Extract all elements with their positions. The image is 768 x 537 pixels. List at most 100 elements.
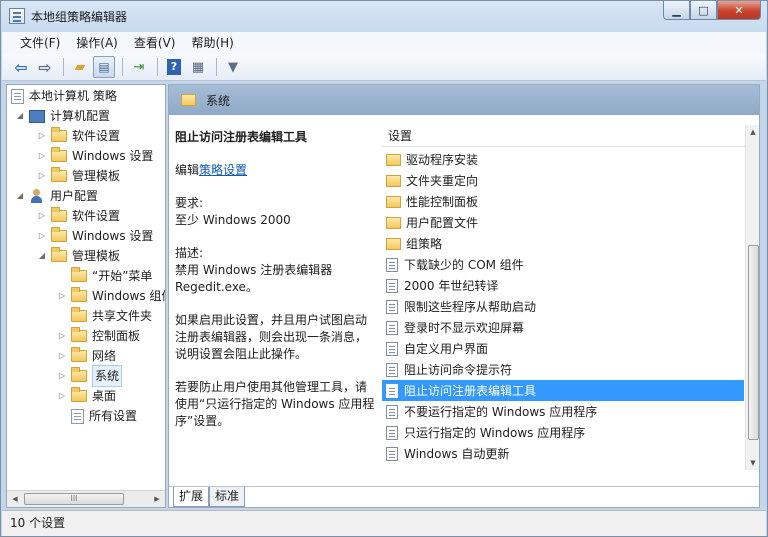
menu-file[interactable]: 文件(F) (2, 32, 68, 54)
expand-toggle[interactable]: ▷ (37, 206, 47, 226)
folder-icon (51, 207, 67, 222)
scroll-grip: III (70, 494, 78, 503)
tree-item-desktop[interactable]: ▷ 桌面 (57, 386, 116, 406)
folder-icon (71, 307, 87, 322)
expand-toggle[interactable]: ▷ (57, 346, 67, 366)
close-icon: ✕ (734, 3, 744, 17)
maximize-button[interactable]: □ (690, 1, 717, 20)
show-hide-tree-button[interactable]: ▤ (93, 56, 115, 78)
tree-item-user-software-settings[interactable]: ▷ 软件设置 (37, 206, 120, 226)
tree-item-user-windows-settings[interactable]: ▷ Windows 设置 (37, 226, 153, 246)
list-item[interactable]: 2000 年世纪转译 (382, 275, 744, 296)
folder-icon (51, 127, 67, 142)
list-item[interactable]: 不要运行指定的 Windows 应用程序 (382, 401, 744, 422)
menu-view[interactable]: 查看(V) (126, 32, 184, 54)
scroll-right-icon[interactable]: ▶ (151, 493, 163, 505)
list-item[interactable]: 限制这些程序从帮助启动 (382, 296, 744, 317)
tab-extended[interactable]: 扩展 (173, 487, 210, 507)
scroll-down-icon[interactable]: ▼ (747, 459, 759, 467)
tree-item-start-menu[interactable]: “开始”菜单 (57, 266, 152, 286)
tree-item-network[interactable]: ▷ 网络 (57, 346, 116, 366)
list-item[interactable]: Windows 自动更新 (382, 443, 744, 464)
description-title: 阻止访问注册表编辑工具 (175, 130, 308, 144)
folder-icon (386, 153, 401, 166)
tree-pane[interactable]: 本地计算机 策略 ◢ 计算机配置 ▷ 软件设置 ▷ Windows 设置 ▷ 管… (6, 84, 166, 508)
description-block: 描述: 禁用 Windows 注册表编辑器 Regedit.exe。 (175, 245, 375, 296)
title-bar[interactable]: 本地组策略编辑器 ▁ □ ✕ (1, 1, 767, 31)
edit-policy-line: 编辑策略设置 (175, 162, 375, 179)
expand-toggle[interactable]: ◢ (15, 106, 25, 126)
toolbar: ⇦ ⇨ ▰ ▤ ⇥ ? ▦ ▼ (2, 54, 766, 81)
edit-policy-link[interactable]: 策略设置 (199, 163, 247, 177)
tab-standard[interactable]: 标准 (209, 487, 246, 507)
list-item[interactable]: 性能控制面板 (382, 191, 744, 212)
window-title: 本地组策略编辑器 (31, 10, 128, 24)
toolbar-separator (122, 58, 123, 76)
description-label: 描述: (175, 246, 204, 260)
list-item[interactable]: 组策略 (382, 233, 744, 254)
close-button[interactable]: ✕ (717, 1, 761, 20)
help-button[interactable]: ? (163, 56, 185, 78)
list-item-label: 不要运行指定的 Windows 应用程序 (404, 405, 598, 419)
folder-icon (71, 267, 87, 282)
tree-item-system[interactable]: ▷ 系统 (57, 365, 123, 387)
expand-toggle[interactable]: ▷ (37, 126, 47, 146)
tree-item-label: 管理模板 (72, 249, 121, 263)
folder-icon (51, 167, 67, 182)
forward-button[interactable]: ⇨ (34, 56, 56, 78)
column-header-setting[interactable]: 设置 (382, 125, 759, 147)
filter-button[interactable]: ▼ (222, 56, 244, 78)
list-item[interactable]: 文件夹重定向 (382, 170, 744, 191)
list-item-label: 登录时不显示欢迎屏幕 (404, 321, 525, 335)
expand-toggle[interactable]: ▷ (57, 366, 67, 386)
tree-item-software-settings[interactable]: ▷ 软件设置 (37, 126, 120, 146)
expand-toggle[interactable]: ▷ (37, 166, 47, 186)
list-item[interactable]: 自定义用户界面 (382, 338, 744, 359)
tree-item-windows-components[interactable]: ▷ Windows 组件 (57, 286, 165, 306)
up-one-level-button[interactable]: ▰ (69, 56, 91, 78)
list-item[interactable]: 登录时不显示欢迎屏幕 (382, 317, 744, 338)
tree-item-control-panel[interactable]: ▷ 控制面板 (57, 326, 140, 346)
minimize-button[interactable]: ▁ (663, 1, 690, 20)
tree-item-windows-settings[interactable]: ▷ Windows 设置 (37, 146, 153, 166)
list-item[interactable]: 只运行指定的 Windows 应用程序 (382, 422, 744, 443)
list-item-label: Windows 自动更新 (404, 447, 510, 461)
tree-item-user-admin-templates[interactable]: ◢ 管理模板 (37, 246, 120, 266)
list-item[interactable]: 阻止访问命令提示符 (382, 359, 744, 380)
user-icon (29, 189, 45, 203)
list-item[interactable]: 下载缺少的 COM 组件 (382, 254, 744, 275)
expand-toggle[interactable]: ▷ (57, 286, 67, 306)
menu-action[interactable]: 操作(A) (68, 32, 126, 54)
list-item[interactable]: 驱动程序安装 (382, 149, 744, 170)
tree-item-computer-config[interactable]: ◢ 计算机配置 (15, 106, 110, 126)
expand-toggle[interactable]: ▷ (57, 326, 67, 346)
tree-item-label: Windows 设置 (72, 229, 154, 243)
export-list-button[interactable]: ⇥ (128, 56, 150, 78)
tree-item-label: “开始”菜单 (92, 269, 153, 283)
properties-button[interactable]: ▦ (187, 56, 209, 78)
tree-item-label: Windows 设置 (72, 149, 154, 163)
expand-toggle[interactable]: ◢ (15, 186, 25, 206)
tree-item-label: 软件设置 (72, 129, 121, 143)
tree-horizontal-scrollbar[interactable]: ◀ III ▶ (7, 490, 165, 507)
scroll-thumb[interactable]: III (24, 493, 124, 505)
settings-vertical-scrollbar[interactable]: ▲ ▼ (745, 125, 759, 470)
scroll-thumb[interactable] (748, 245, 759, 440)
expand-toggle[interactable]: ▷ (57, 386, 67, 406)
scroll-left-icon[interactable]: ◀ (9, 493, 21, 505)
scroll-up-icon[interactable]: ▲ (747, 128, 759, 136)
list-item-selected[interactable]: 阻止访问注册表编辑工具 (382, 380, 744, 401)
expand-toggle[interactable]: ▷ (37, 226, 47, 246)
expand-toggle[interactable]: ◢ (37, 246, 47, 266)
back-button[interactable]: ⇦ (10, 56, 32, 78)
expand-toggle[interactable]: ▷ (37, 146, 47, 166)
menu-help[interactable]: 帮助(H) (183, 32, 241, 54)
tree-item-shared-folders[interactable]: 共享文件夹 (57, 306, 152, 326)
tree-item-label: 所有设置 (89, 409, 138, 423)
tree-item-admin-templates[interactable]: ▷ 管理模板 (37, 166, 120, 186)
list-item-label: 组策略 (406, 237, 443, 251)
tree-item-local-computer-policy[interactable]: 本地计算机 策略 (11, 86, 117, 106)
list-item[interactable]: 用户配置文件 (382, 212, 744, 233)
tree-item-all-settings[interactable]: 所有设置 (57, 406, 137, 426)
tree-item-user-config[interactable]: ◢ 用户配置 (15, 186, 98, 206)
